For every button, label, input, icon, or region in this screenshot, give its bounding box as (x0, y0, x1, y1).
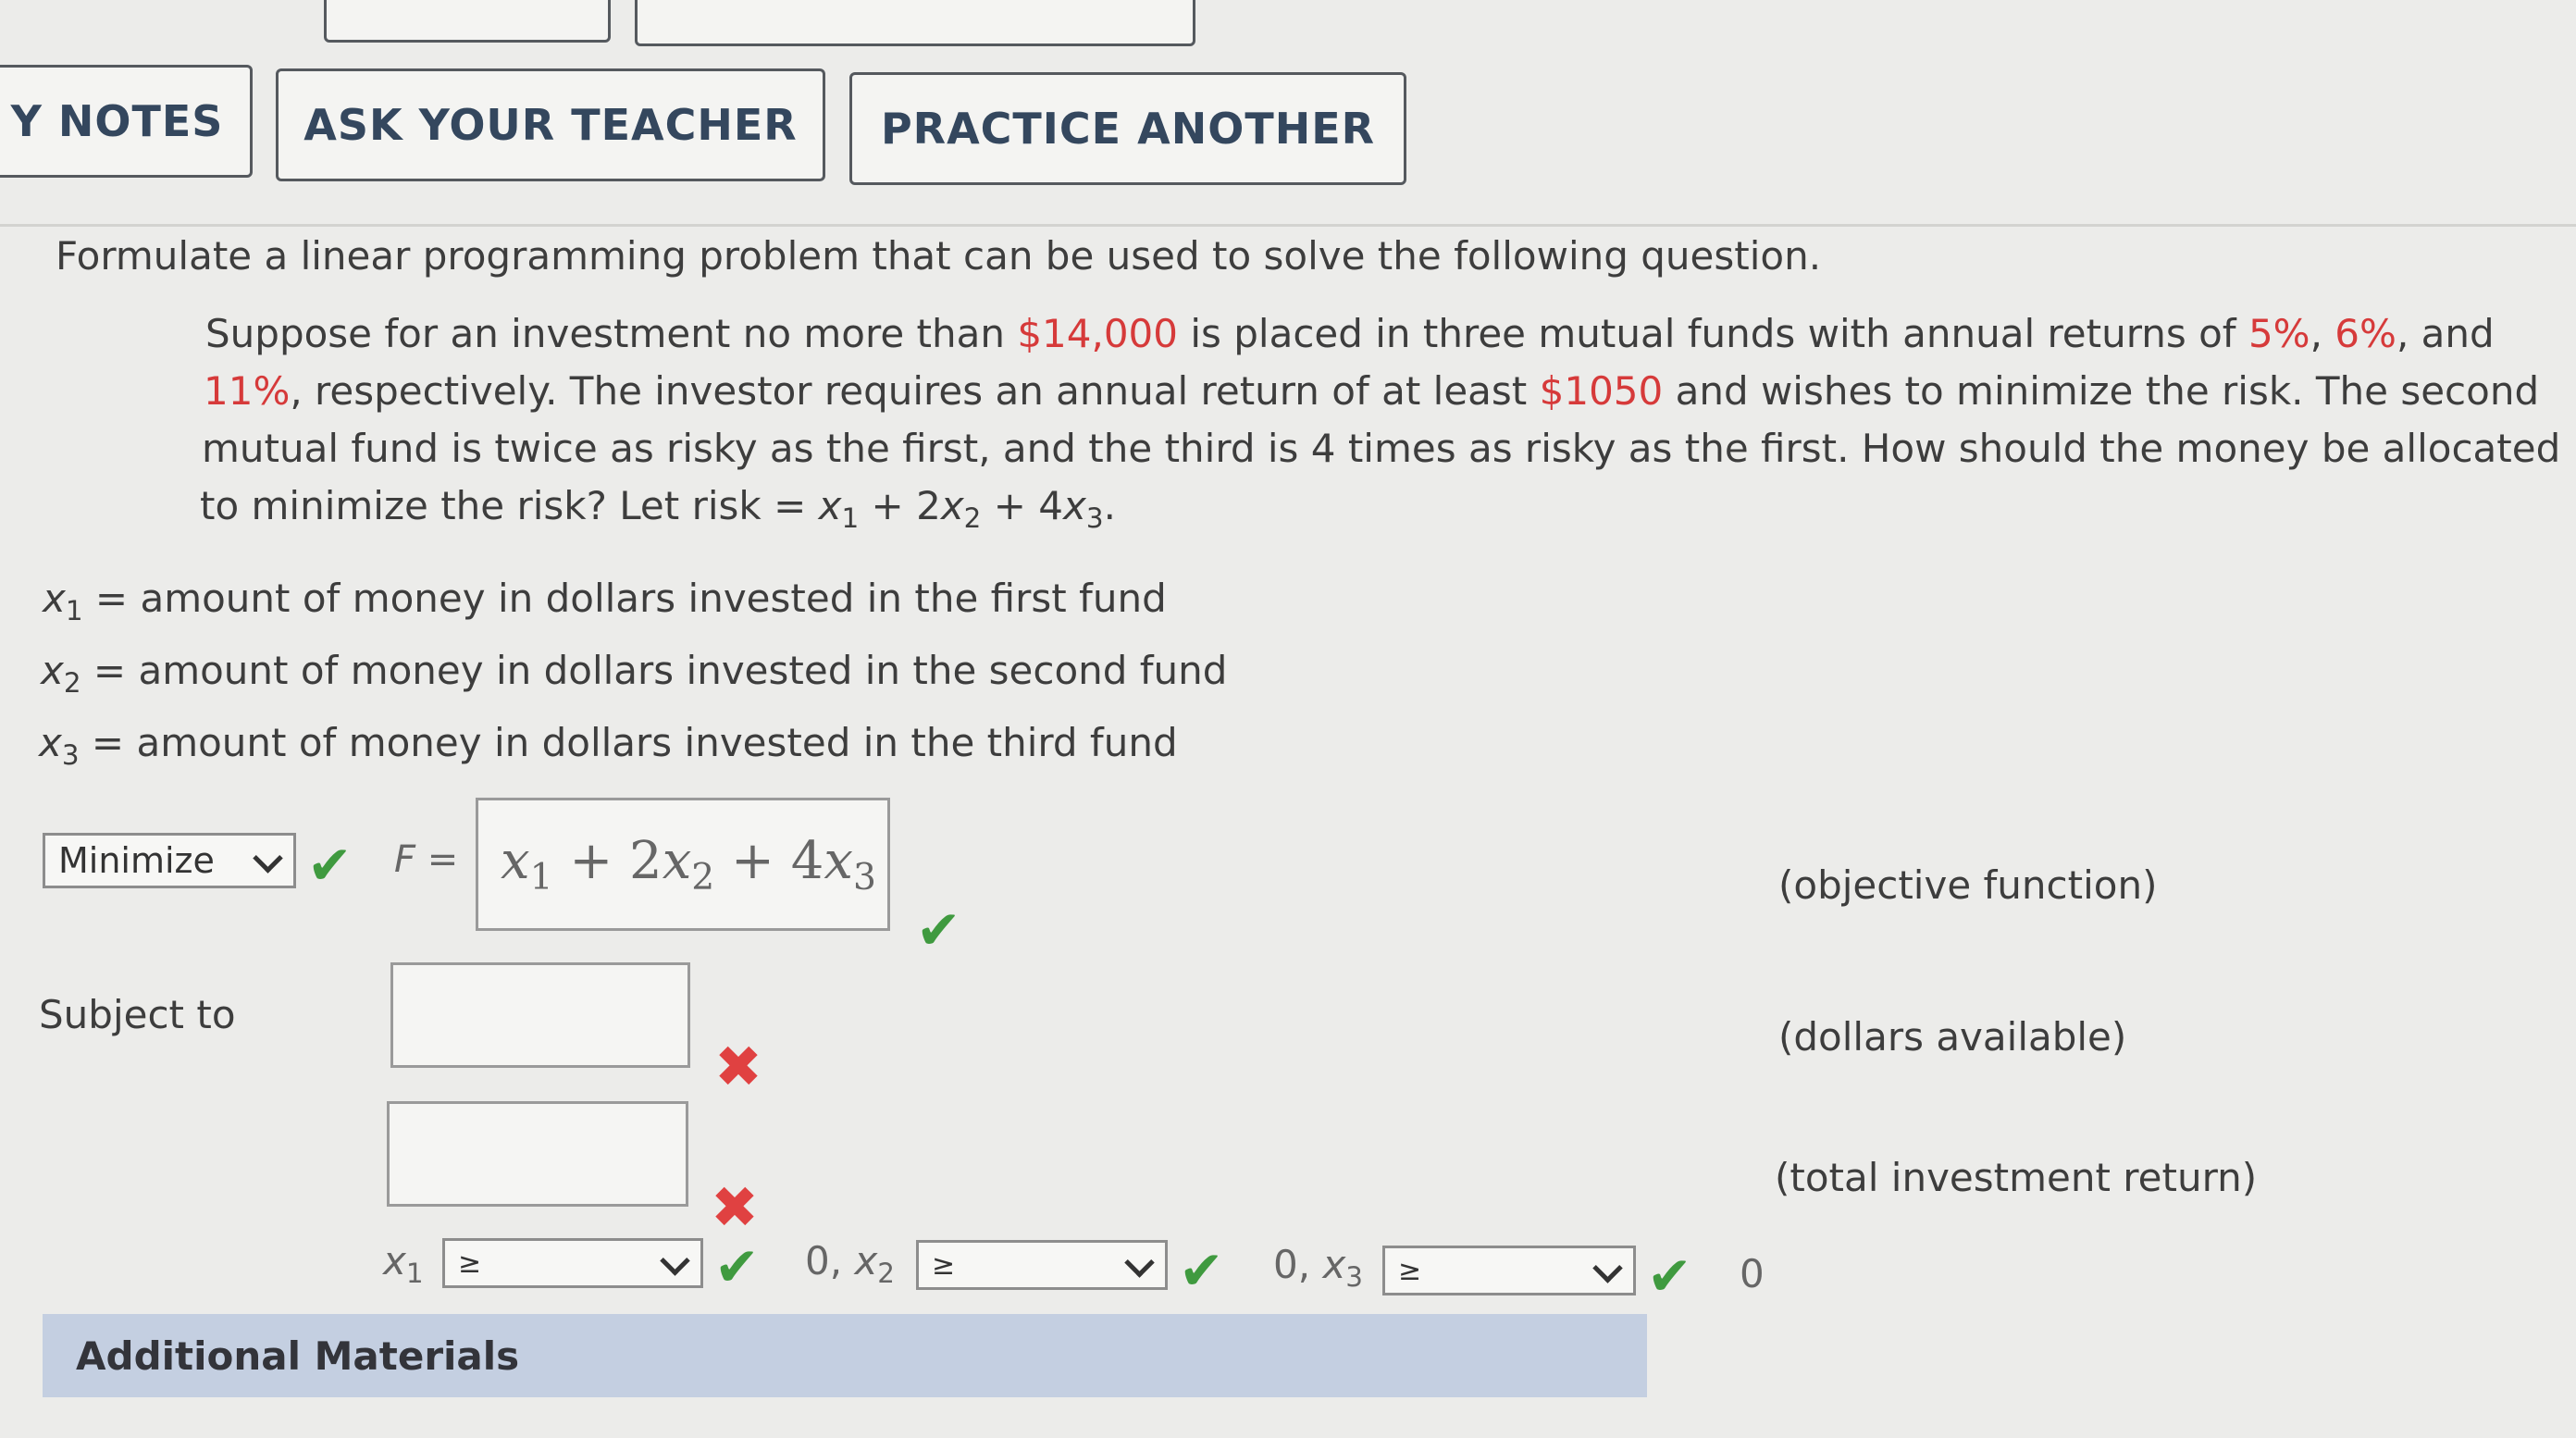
objective-function-note: (objective function) (1778, 862, 2158, 908)
additional-materials-label: Additional Materials (76, 1333, 520, 1379)
chevron-down-icon (253, 843, 283, 874)
budget-amount: $14,000 (1017, 311, 1178, 356)
check-icon: ✔ (714, 1235, 760, 1298)
my-notes-button[interactable]: Y NOTES (0, 65, 253, 178)
check-icon: ✔ (1179, 1239, 1224, 1302)
return-rate-1: 5% (2248, 311, 2310, 356)
chevron-down-icon (1592, 1253, 1623, 1283)
top-button-partial-right[interactable] (635, 0, 1195, 46)
return-rate-2: 6% (2334, 311, 2396, 356)
check-icon: ✔ (916, 899, 961, 961)
chevron-down-icon (1124, 1247, 1155, 1278)
subject-to-label: Subject to (39, 992, 236, 1037)
total-investment-return-note: (total investment return) (1775, 1155, 2258, 1200)
nonneg-final-zero: 0 (1740, 1251, 1765, 1296)
cross-icon: ✖ (714, 1033, 762, 1100)
dollars-available-note: (dollars available) (1778, 1014, 2127, 1060)
cross-icon: ✖ (711, 1173, 759, 1241)
ask-your-teacher-button[interactable]: ASK YOUR TEACHER (276, 68, 825, 181)
objective-expression: x1 + 2x2 + 4x3 (501, 830, 876, 899)
nonneg-x2-label: 0, x2 (805, 1238, 895, 1289)
top-button-partial-left[interactable] (324, 0, 611, 43)
problem-statement-line-3: mutual fund is twice as risky as the fir… (202, 426, 2561, 471)
problem-statement-line-4: to minimize the risk? Let risk = x1 + 2x… (200, 483, 1116, 534)
x3-inequality-select[interactable]: ≥ (1382, 1246, 1636, 1295)
constraint-input-1[interactable] (390, 962, 690, 1068)
nonneg-x1-label: x1 (383, 1238, 424, 1289)
x2-inequality-select[interactable]: ≥ (916, 1240, 1168, 1290)
header-divider (0, 224, 2576, 227)
additional-materials-bar[interactable]: Additional Materials (43, 1314, 1647, 1397)
required-return-amount: $1050 (1539, 368, 1664, 414)
x1-inequality-select[interactable]: ≥ (442, 1238, 703, 1288)
constraint-input-2[interactable] (387, 1101, 688, 1207)
problem-instruction: Formulate a linear programming problem t… (56, 233, 1822, 279)
problem-statement-line-1: Suppose for an investment no more than $… (205, 311, 2495, 356)
chevron-down-icon (660, 1246, 690, 1276)
f-label: F = (394, 838, 459, 881)
objective-type-select[interactable]: Minimize (43, 833, 296, 888)
definition-x1: x1 = amount of money in dollars invested… (43, 576, 1167, 626)
definition-x3: x3 = amount of money in dollars invested… (39, 720, 1178, 771)
nonneg-x3-label: 0, x3 (1273, 1242, 1363, 1293)
check-icon: ✔ (307, 834, 353, 897)
problem-statement-line-2: 11%, respectively. The investor requires… (204, 368, 2540, 414)
objective-function-input[interactable]: x1 + 2x2 + 4x3 (476, 798, 890, 931)
definition-x2: x2 = amount of money in dollars invested… (41, 648, 1228, 699)
practice-another-button[interactable]: PRACTICE ANOTHER (849, 72, 1406, 185)
check-icon: ✔ (1647, 1245, 1692, 1308)
return-rate-3: 11% (204, 368, 291, 414)
